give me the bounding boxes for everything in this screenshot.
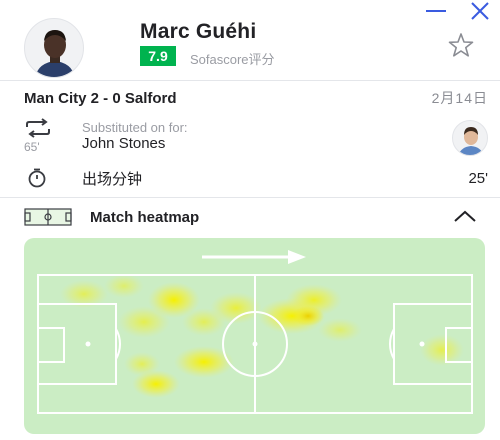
player-avatar[interactable] (24, 18, 84, 78)
match-row[interactable]: Man City 2 - 0 Salford 2月14日 (24, 88, 488, 108)
arrow-right-icon (202, 250, 306, 264)
substituted-player-name[interactable]: John Stones (82, 135, 165, 152)
heatmap-title: Match heatmap (90, 208, 200, 226)
minutes-played-row: 出场分钟 25' (24, 168, 488, 188)
heatmap-pitch-svg (37, 250, 473, 414)
match-score: Man City 2 - 0 Salford (24, 89, 177, 107)
divider (0, 80, 500, 81)
substitution-icon (26, 118, 50, 138)
minutes-played-label: 出场分钟 (82, 170, 143, 188)
substitution-label: Substituted on for: (82, 120, 188, 135)
favorite-button[interactable] (448, 32, 474, 58)
chevron-up-icon[interactable] (452, 207, 478, 227)
substitution-row: 65' Substituted on for: John Stones (24, 118, 490, 158)
stopwatch-icon (28, 168, 46, 188)
heatmap-pitch (24, 238, 485, 434)
player-portrait-icon (458, 127, 484, 155)
star-outline-icon (448, 33, 474, 57)
substitution-minute: 65' (24, 140, 40, 154)
player-name: Marc Guéhi (140, 20, 257, 43)
rating-label: Sofascore评分 (190, 52, 275, 67)
minutes-played-value: 25' (468, 169, 488, 187)
divider (0, 197, 500, 198)
pitch-icon (24, 208, 72, 226)
match-date: 2月14日 (431, 90, 488, 106)
rating-badge: 7.9 (140, 46, 176, 66)
player-header: Marc Guéhi 7.9 Sofascore评分 (0, 16, 500, 78)
heatmap-toggle[interactable]: Match heatmap (24, 206, 478, 228)
heatmap-layer (60, 274, 464, 398)
player-portrait-icon (35, 30, 75, 77)
substituted-player-avatar[interactable] (452, 120, 488, 156)
